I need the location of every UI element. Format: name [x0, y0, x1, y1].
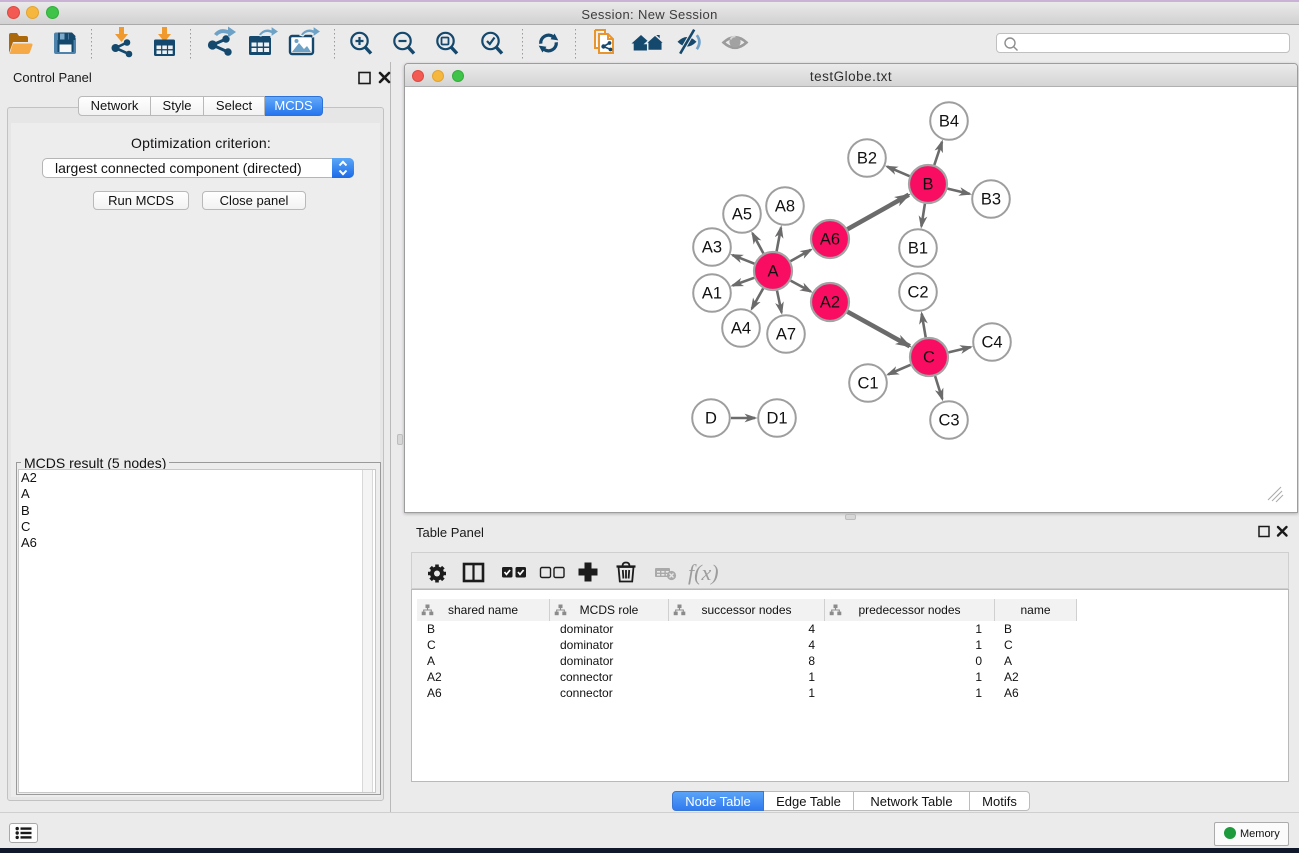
svg-text:A5: A5	[732, 206, 752, 224]
svg-text:A4: A4	[731, 320, 751, 338]
svg-text:A6: A6	[820, 231, 840, 249]
svg-text:A3: A3	[702, 239, 722, 257]
svg-text:A: A	[767, 263, 778, 281]
svg-text:C2: C2	[907, 284, 928, 302]
svg-text:A2: A2	[820, 294, 840, 312]
svg-text:B: B	[922, 176, 933, 194]
svg-text:D1: D1	[766, 410, 787, 428]
svg-text:A8: A8	[775, 198, 795, 216]
svg-text:C4: C4	[981, 334, 1002, 352]
svg-text:A1: A1	[702, 285, 722, 303]
svg-text:f(x): f(x)	[688, 560, 719, 585]
svg-text:B1: B1	[908, 240, 928, 258]
svg-text:C: C	[923, 349, 935, 367]
svg-text:B3: B3	[981, 191, 1001, 209]
svg-text:D: D	[705, 410, 717, 428]
svg-text:C1: C1	[857, 375, 878, 393]
svg-text:A7: A7	[776, 326, 796, 344]
svg-text:B4: B4	[939, 113, 959, 131]
svg-text:C3: C3	[938, 412, 959, 430]
svg-text:B2: B2	[857, 150, 877, 168]
